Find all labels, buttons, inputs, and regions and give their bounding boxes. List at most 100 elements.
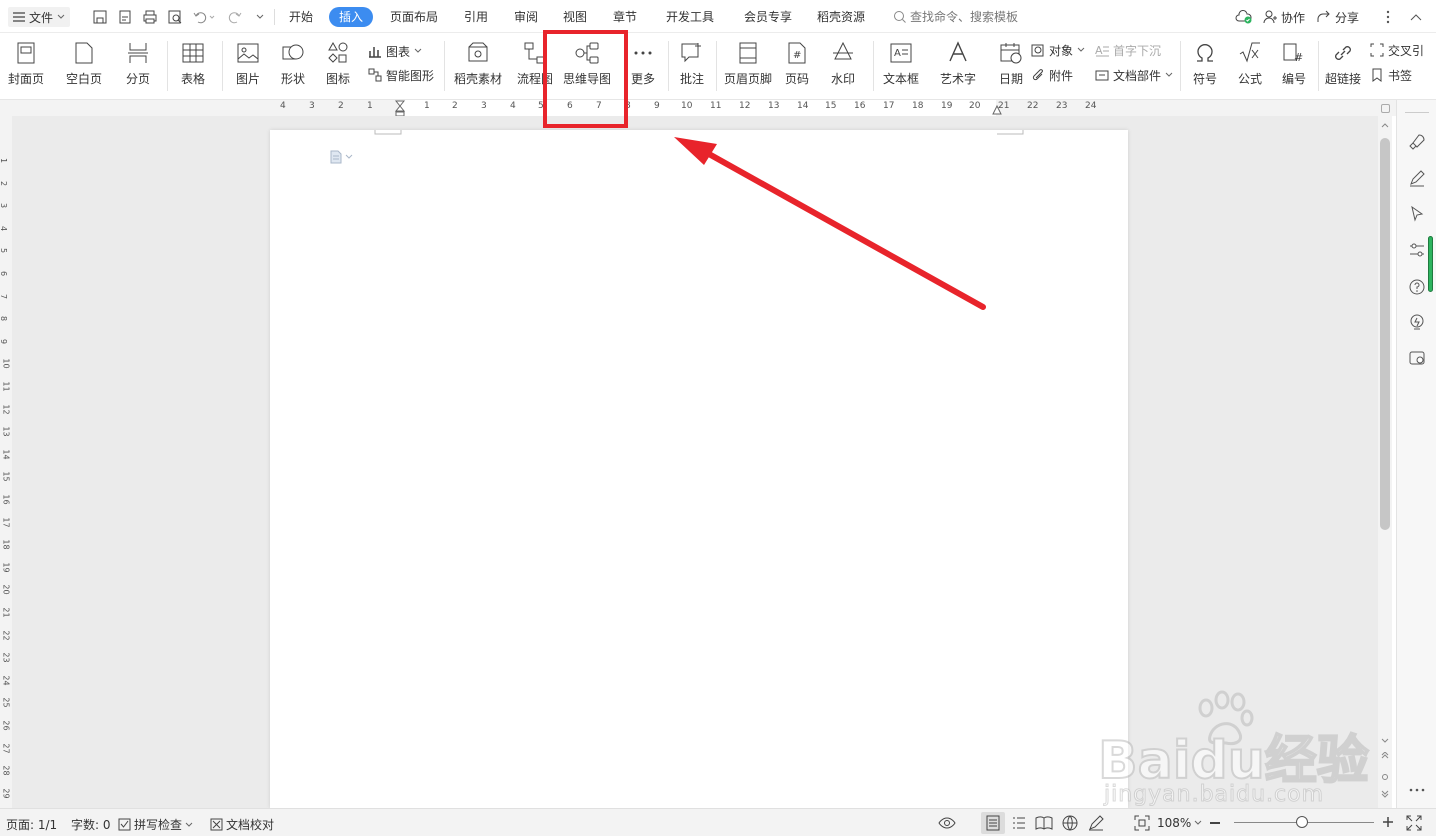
rocket-icon[interactable] (1407, 132, 1427, 152)
blank-page-button[interactable]: 空白页 (66, 39, 102, 87)
date-button[interactable]: 日期 (996, 39, 1026, 87)
shape-button[interactable]: 形状 (278, 39, 308, 87)
docer-material-button[interactable]: 稻壳素材 (454, 39, 502, 87)
cursor-icon[interactable] (1407, 204, 1427, 224)
undo-icon[interactable] (190, 7, 218, 27)
header-footer-button[interactable]: 页眉页脚 (724, 39, 772, 87)
collaborate-button[interactable]: 协作 (1262, 7, 1305, 27)
vruler-number: 15 (1, 471, 11, 482)
attachment-button[interactable]: 附件 (1031, 66, 1073, 84)
spell-check-button[interactable]: 拼写检查 (118, 816, 193, 833)
drop-cap-button[interactable]: A 首字下沉 (1095, 41, 1161, 59)
vertical-ruler[interactable]: 1234567891011121314151617181920212223242… (0, 116, 12, 808)
zoom-in-icon[interactable] (1382, 816, 1394, 828)
picture-button[interactable]: 图片 (233, 39, 263, 87)
ribbon-toolbar: 封面页 空白页 分页 表格 图片 形状 图标 图表 智能图形 稻壳素材 流程图 … (0, 33, 1436, 100)
icon-button[interactable]: 图标 (323, 39, 353, 87)
more-options-icon[interactable] (1378, 7, 1398, 27)
tab-review[interactable]: 审阅 (512, 7, 540, 27)
more-button[interactable]: 更多 (628, 39, 658, 87)
cloud-sync-icon[interactable] (1234, 7, 1254, 27)
tab-references[interactable]: 引用 (462, 7, 490, 27)
table-button[interactable]: 表格 (178, 39, 208, 87)
select-browse-object-icon[interactable] (1382, 774, 1388, 780)
outline-view-icon[interactable] (1011, 815, 1027, 834)
vruler-number: 18 (1, 539, 11, 550)
vruler-number: 2 (0, 181, 8, 186)
cross-reference-button[interactable]: 交叉引 (1370, 41, 1424, 59)
textbox-button[interactable]: A 文本框 (883, 39, 919, 87)
wordart-button[interactable]: 艺术字 (940, 39, 976, 87)
right-indent-marker-icon[interactable] (991, 104, 1003, 116)
tab-home[interactable]: 开始 (287, 7, 315, 27)
tab-developer[interactable]: 开发工具 (664, 7, 716, 27)
page-number-button[interactable]: # 页码 (782, 39, 812, 87)
tab-insert[interactable]: 插入 (329, 7, 374, 27)
collapse-ribbon-icon[interactable] (1406, 7, 1426, 27)
scroll-down-icon[interactable] (1381, 738, 1389, 744)
vruler-number: 9 (0, 339, 8, 344)
formula-button[interactable]: 公式 (1235, 39, 1265, 87)
tab-docer[interactable]: 稻壳资源 (815, 7, 867, 27)
scroll-up-icon[interactable] (1381, 122, 1389, 128)
bookmark-button[interactable]: 书签 (1370, 66, 1412, 84)
share-button[interactable]: 分享 (1316, 7, 1359, 27)
print-icon[interactable] (140, 7, 160, 27)
word-count[interactable]: 字数: 0 (71, 816, 111, 833)
doc-parts-button[interactable]: 文档部件 (1095, 66, 1173, 84)
page-break-button[interactable]: 分页 (123, 39, 153, 87)
chart-label: 图表 (386, 44, 411, 59)
sliders-icon[interactable] (1407, 240, 1427, 260)
quick-access-dropdown-icon[interactable] (250, 7, 270, 27)
symbol-button[interactable]: 符号 (1190, 39, 1220, 87)
indent-marker-icon[interactable] (394, 100, 406, 116)
scrollbar-thumb[interactable] (1380, 138, 1390, 530)
save-icon[interactable] (90, 7, 110, 27)
zoom-out-icon[interactable] (1210, 822, 1220, 824)
paragraph-options[interactable] (330, 150, 353, 164)
web-view-icon[interactable] (1062, 815, 1078, 834)
export-pdf-icon[interactable] (115, 7, 135, 27)
ruler-number: 23 (1056, 101, 1068, 111)
fit-page-icon[interactable] (1134, 815, 1150, 834)
command-search[interactable]: 查找命令、搜索模板 (893, 8, 1018, 25)
chart-button[interactable]: 图表 (368, 42, 422, 60)
split-view-icon[interactable] (1381, 104, 1390, 113)
tab-member[interactable]: 会员专享 (742, 7, 794, 27)
tab-section[interactable]: 章节 (611, 7, 639, 27)
lightbulb-icon[interactable] (1407, 312, 1427, 332)
numbering-button[interactable]: # 编号 (1279, 39, 1309, 87)
annotate-pen-icon[interactable] (1088, 815, 1104, 834)
bookmark-icon (1372, 68, 1382, 82)
print-preview-icon[interactable] (165, 7, 185, 27)
file-menu-button[interactable]: 文件 (8, 7, 71, 27)
next-page-icon[interactable] (1381, 790, 1389, 798)
object-button[interactable]: 对象 (1031, 41, 1085, 59)
pen-icon[interactable] (1407, 168, 1427, 188)
vertical-scrollbar[interactable] (1378, 100, 1392, 808)
hyperlink-button[interactable]: 超链接 (1325, 39, 1361, 87)
previous-page-icon[interactable] (1381, 752, 1389, 760)
more-horizontal-icon[interactable] (1407, 780, 1427, 800)
ruler-number: 16 (854, 101, 866, 111)
fullscreen-icon[interactable] (1406, 815, 1422, 831)
redo-icon[interactable] (225, 7, 245, 27)
tab-view[interactable]: 视图 (561, 7, 589, 27)
cover-page-button[interactable]: 封面页 (8, 39, 44, 87)
reading-view-icon[interactable] (1035, 815, 1053, 834)
page-view-button[interactable] (981, 812, 1005, 834)
tab-page-layout[interactable]: 页面布局 (388, 7, 440, 27)
vruler-number: 17 (1, 517, 11, 528)
horizontal-ruler[interactable]: 4 3 2 1 1 2 3 4 5 6 7 8 9 10 11 12 13 14… (0, 100, 1396, 116)
docer-icon[interactable] (1407, 348, 1427, 368)
watermark-icon (833, 41, 853, 60)
zoom-slider-handle[interactable] (1296, 816, 1308, 828)
help-icon[interactable] (1407, 277, 1427, 297)
doc-proofread-button[interactable]: 文档校对 (210, 816, 274, 833)
comment-button[interactable]: 批注 (677, 39, 707, 87)
smart-art-button[interactable]: 智能图形 (368, 66, 434, 84)
eye-protection-icon[interactable] (938, 815, 956, 834)
zoom-level-dropdown[interactable]: 108% (1157, 816, 1202, 830)
page-count[interactable]: 页面: 1/1 (6, 816, 57, 833)
watermark-button[interactable]: 水印 (828, 39, 858, 87)
